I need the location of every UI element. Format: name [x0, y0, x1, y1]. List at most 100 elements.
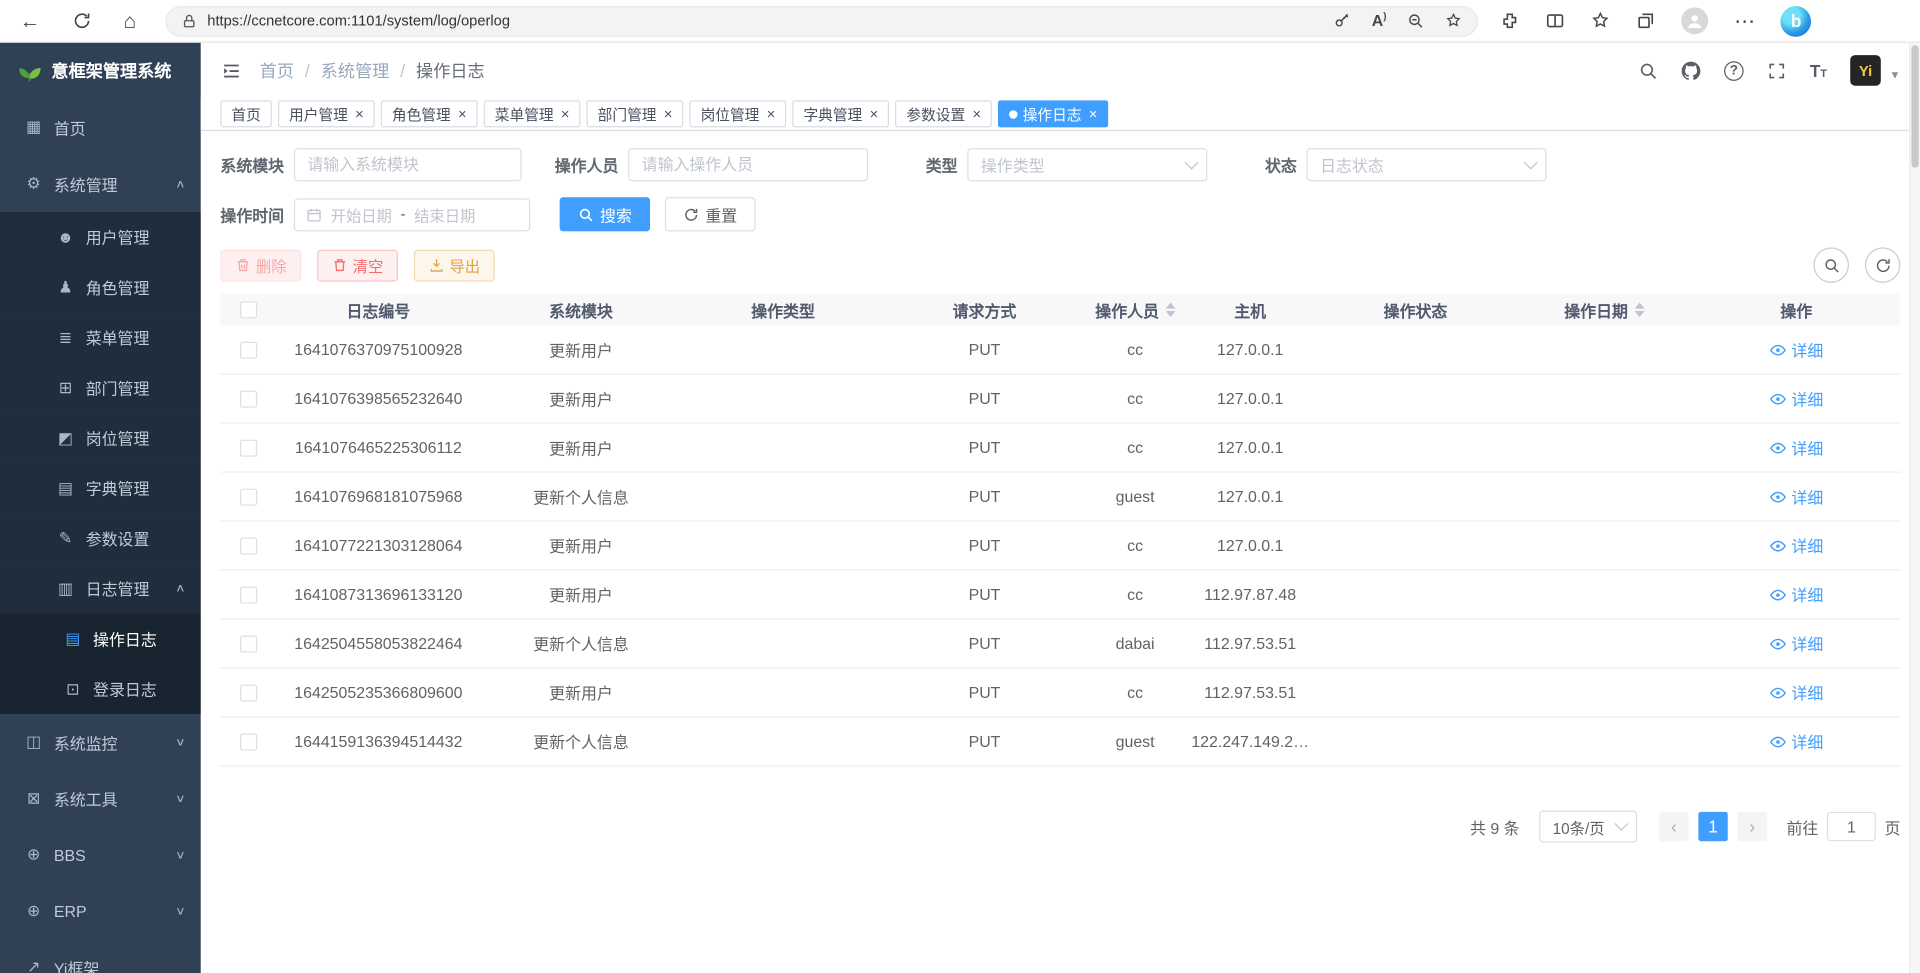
prev-page-button[interactable]: ‹ — [1659, 812, 1688, 841]
page-1-button[interactable]: 1 — [1698, 812, 1727, 841]
close-tab-icon[interactable]: × — [870, 108, 879, 120]
github-icon[interactable] — [1681, 61, 1701, 81]
fullscreen-icon[interactable] — [1767, 61, 1787, 81]
zoom-out-icon[interactable] — [1407, 12, 1424, 29]
row-checkbox[interactable] — [240, 488, 257, 505]
tab-post-mgmt[interactable]: 岗位管理× — [690, 100, 787, 127]
tab-dict-mgmt[interactable]: 字典管理× — [792, 100, 889, 127]
browser-refresh-icon[interactable] — [72, 11, 92, 31]
browser-home-icon[interactable]: ⌂ — [124, 10, 137, 31]
sidebar-item-erp[interactable]: ⊕ERP∨ — [0, 883, 201, 939]
detail-link[interactable]: 详细 — [1769, 534, 1823, 557]
split-screen-icon[interactable] — [1546, 11, 1566, 31]
detail-link[interactable]: 详细 — [1769, 681, 1823, 704]
refresh-table-button[interactable] — [1865, 247, 1901, 283]
favorites-icon[interactable] — [1591, 11, 1611, 31]
sidebar-item-yi-framework[interactable]: ↗Yi框架 — [0, 939, 201, 973]
tab-oper-log[interactable]: 操作日志× — [998, 100, 1108, 127]
user-avatar[interactable]: Yi — [1850, 55, 1881, 86]
module-input[interactable] — [294, 148, 522, 181]
close-tab-icon[interactable]: × — [1089, 108, 1098, 120]
sidebar-item-system-monitor[interactable]: ◫系统监控∨ — [0, 714, 201, 770]
detail-link[interactable]: 详细 — [1769, 387, 1823, 410]
chevron-down-icon[interactable]: ▼ — [1889, 69, 1900, 81]
operator-input[interactable] — [628, 148, 868, 181]
page-scrollbar[interactable] — [1909, 43, 1920, 973]
row-checkbox[interactable] — [240, 733, 257, 750]
sidebar-item-param-settings[interactable]: ✎参数设置 — [0, 513, 201, 563]
sidebar-item-menu-mgmt[interactable]: ≣菜单管理 — [0, 312, 201, 362]
detail-link[interactable]: 详细 — [1769, 730, 1823, 753]
read-aloud-icon[interactable]: A) — [1372, 11, 1387, 30]
toggle-search-button[interactable] — [1813, 247, 1849, 283]
goto-page-input[interactable] — [1827, 812, 1876, 841]
browser-profile-avatar[interactable] — [1682, 7, 1709, 34]
tab-home[interactable]: 首页 — [220, 100, 271, 127]
search-button[interactable]: 搜索 — [560, 197, 651, 231]
add-favorite-icon[interactable] — [1445, 12, 1462, 29]
sidebar-item-bbs[interactable]: ⊕BBS∨ — [0, 827, 201, 883]
extensions-icon[interactable] — [1500, 11, 1520, 31]
font-size-icon[interactable]: TT — [1810, 62, 1827, 79]
sort-icon[interactable] — [1634, 302, 1644, 317]
sort-icon[interactable] — [1165, 302, 1175, 317]
sidebar-item-system-mgmt[interactable]: ⚙系统管理∧ — [0, 156, 201, 212]
password-key-icon[interactable] — [1334, 12, 1351, 29]
tab-param-settings[interactable]: 参数设置× — [895, 100, 992, 127]
clear-button[interactable]: 清空 — [317, 249, 398, 281]
browser-back-icon[interactable]: ← — [20, 10, 41, 31]
row-checkbox[interactable] — [240, 684, 257, 701]
select-all-checkbox[interactable] — [240, 301, 257, 318]
header-search-icon[interactable] — [1638, 61, 1658, 81]
row-checkbox[interactable] — [240, 341, 257, 358]
help-icon[interactable]: ? — [1724, 61, 1744, 81]
collections-icon[interactable] — [1636, 11, 1656, 31]
status-select[interactable]: 日志状态 — [1307, 148, 1547, 181]
row-checkbox[interactable] — [240, 537, 257, 554]
download-icon — [429, 257, 445, 273]
next-page-button[interactable]: › — [1738, 812, 1767, 841]
tab-dept-mgmt[interactable]: 部门管理× — [587, 100, 684, 127]
sidebar-item-dept-mgmt[interactable]: ⊞部门管理 — [0, 362, 201, 412]
page-size-select[interactable]: 10条/页 — [1539, 811, 1637, 843]
close-tab-icon[interactable]: × — [664, 108, 673, 120]
close-tab-icon[interactable]: × — [973, 108, 982, 120]
sidebar-item-user-mgmt[interactable]: ☻用户管理 — [0, 212, 201, 262]
type-select[interactable]: 操作类型 — [967, 148, 1207, 181]
sidebar-item-oper-log[interactable]: ▤操作日志 — [0, 613, 201, 663]
address-bar[interactable]: https://ccnetcore.com:1101/system/log/op… — [166, 6, 1479, 37]
column-header-operator[interactable]: 操作人员 — [1085, 298, 1185, 321]
sidebar-fold-icon[interactable] — [220, 59, 242, 81]
export-button[interactable]: 导出 — [414, 249, 495, 281]
close-tab-icon[interactable]: × — [561, 108, 570, 120]
detail-link[interactable]: 详细 — [1769, 632, 1823, 655]
row-checkbox[interactable] — [240, 390, 257, 407]
sidebar-item-role-mgmt[interactable]: ♟角色管理 — [0, 262, 201, 312]
breadcrumb-home[interactable]: 首页 — [260, 58, 294, 82]
sidebar-item-system-tools[interactable]: ⊠系统工具∨ — [0, 770, 201, 826]
close-tab-icon[interactable]: × — [355, 108, 364, 120]
row-checkbox[interactable] — [240, 635, 257, 652]
sidebar-item-log-mgmt[interactable]: ▥日志管理∧ — [0, 563, 201, 613]
tab-user-mgmt[interactable]: 用户管理× — [278, 100, 375, 127]
detail-link[interactable]: 详细 — [1769, 485, 1823, 508]
detail-link[interactable]: 详细 — [1769, 436, 1823, 459]
column-header-date[interactable]: 操作日期 — [1516, 298, 1692, 321]
detail-link[interactable]: 详细 — [1769, 583, 1823, 606]
delete-button[interactable]: 删除 — [220, 249, 301, 281]
close-tab-icon[interactable]: × — [458, 108, 467, 120]
close-tab-icon[interactable]: × — [767, 108, 776, 120]
sidebar-item-login-log[interactable]: ⊡登录日志 — [0, 664, 201, 714]
row-checkbox[interactable] — [240, 439, 257, 456]
detail-link[interactable]: 详细 — [1769, 338, 1823, 361]
tab-role-mgmt[interactable]: 角色管理× — [381, 100, 478, 127]
bing-copilot-icon[interactable]: b — [1781, 6, 1812, 37]
sidebar-item-home[interactable]: ▦首页 — [0, 99, 201, 155]
sidebar-item-post-mgmt[interactable]: ◩岗位管理 — [0, 413, 201, 463]
row-checkbox[interactable] — [240, 586, 257, 603]
reset-button[interactable]: 重置 — [665, 197, 756, 231]
tab-menu-mgmt[interactable]: 菜单管理× — [484, 100, 581, 127]
sidebar-item-dict-mgmt[interactable]: ▤字典管理 — [0, 463, 201, 513]
browser-more-icon[interactable]: ⋯ — [1734, 10, 1755, 31]
date-range-input[interactable]: 开始日期 - 结束日期 — [294, 198, 530, 231]
